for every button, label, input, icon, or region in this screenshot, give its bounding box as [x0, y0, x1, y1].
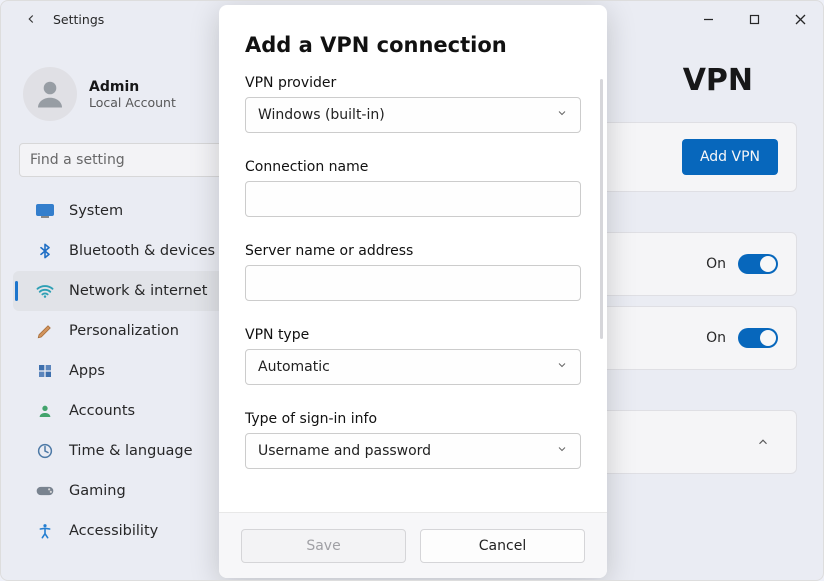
vpn-provider-select[interactable]: Windows (built-in)	[245, 97, 581, 133]
select-value: Windows (built-in)	[258, 107, 385, 123]
chevron-down-icon	[556, 443, 568, 459]
connection-name-label: Connection name	[245, 159, 581, 175]
scrollbar[interactable]	[600, 79, 603, 339]
vpn-type-label: VPN type	[245, 327, 581, 343]
select-value: Automatic	[258, 359, 330, 375]
connection-name-input[interactable]	[245, 181, 581, 217]
dialog-footer: Save Cancel	[219, 512, 607, 578]
dialog-body: Add a VPN connection VPN provider Window…	[219, 5, 607, 512]
signin-type-select[interactable]: Username and password	[245, 433, 581, 469]
dialog-title: Add a VPN connection	[245, 33, 581, 57]
chevron-down-icon	[556, 359, 568, 375]
signin-type-label: Type of sign-in info	[245, 411, 581, 427]
server-address-input[interactable]	[245, 265, 581, 301]
chevron-down-icon	[556, 107, 568, 123]
add-vpn-dialog: Add a VPN connection VPN provider Window…	[219, 5, 607, 578]
vpn-provider-label: VPN provider	[245, 75, 581, 91]
vpn-type-select[interactable]: Automatic	[245, 349, 581, 385]
save-button[interactable]: Save	[241, 529, 406, 563]
cancel-button[interactable]: Cancel	[420, 529, 585, 563]
settings-window: Settings Admin Local Account Find a sett…	[0, 0, 824, 581]
server-address-label: Server name or address	[245, 243, 581, 259]
select-value: Username and password	[258, 443, 431, 459]
